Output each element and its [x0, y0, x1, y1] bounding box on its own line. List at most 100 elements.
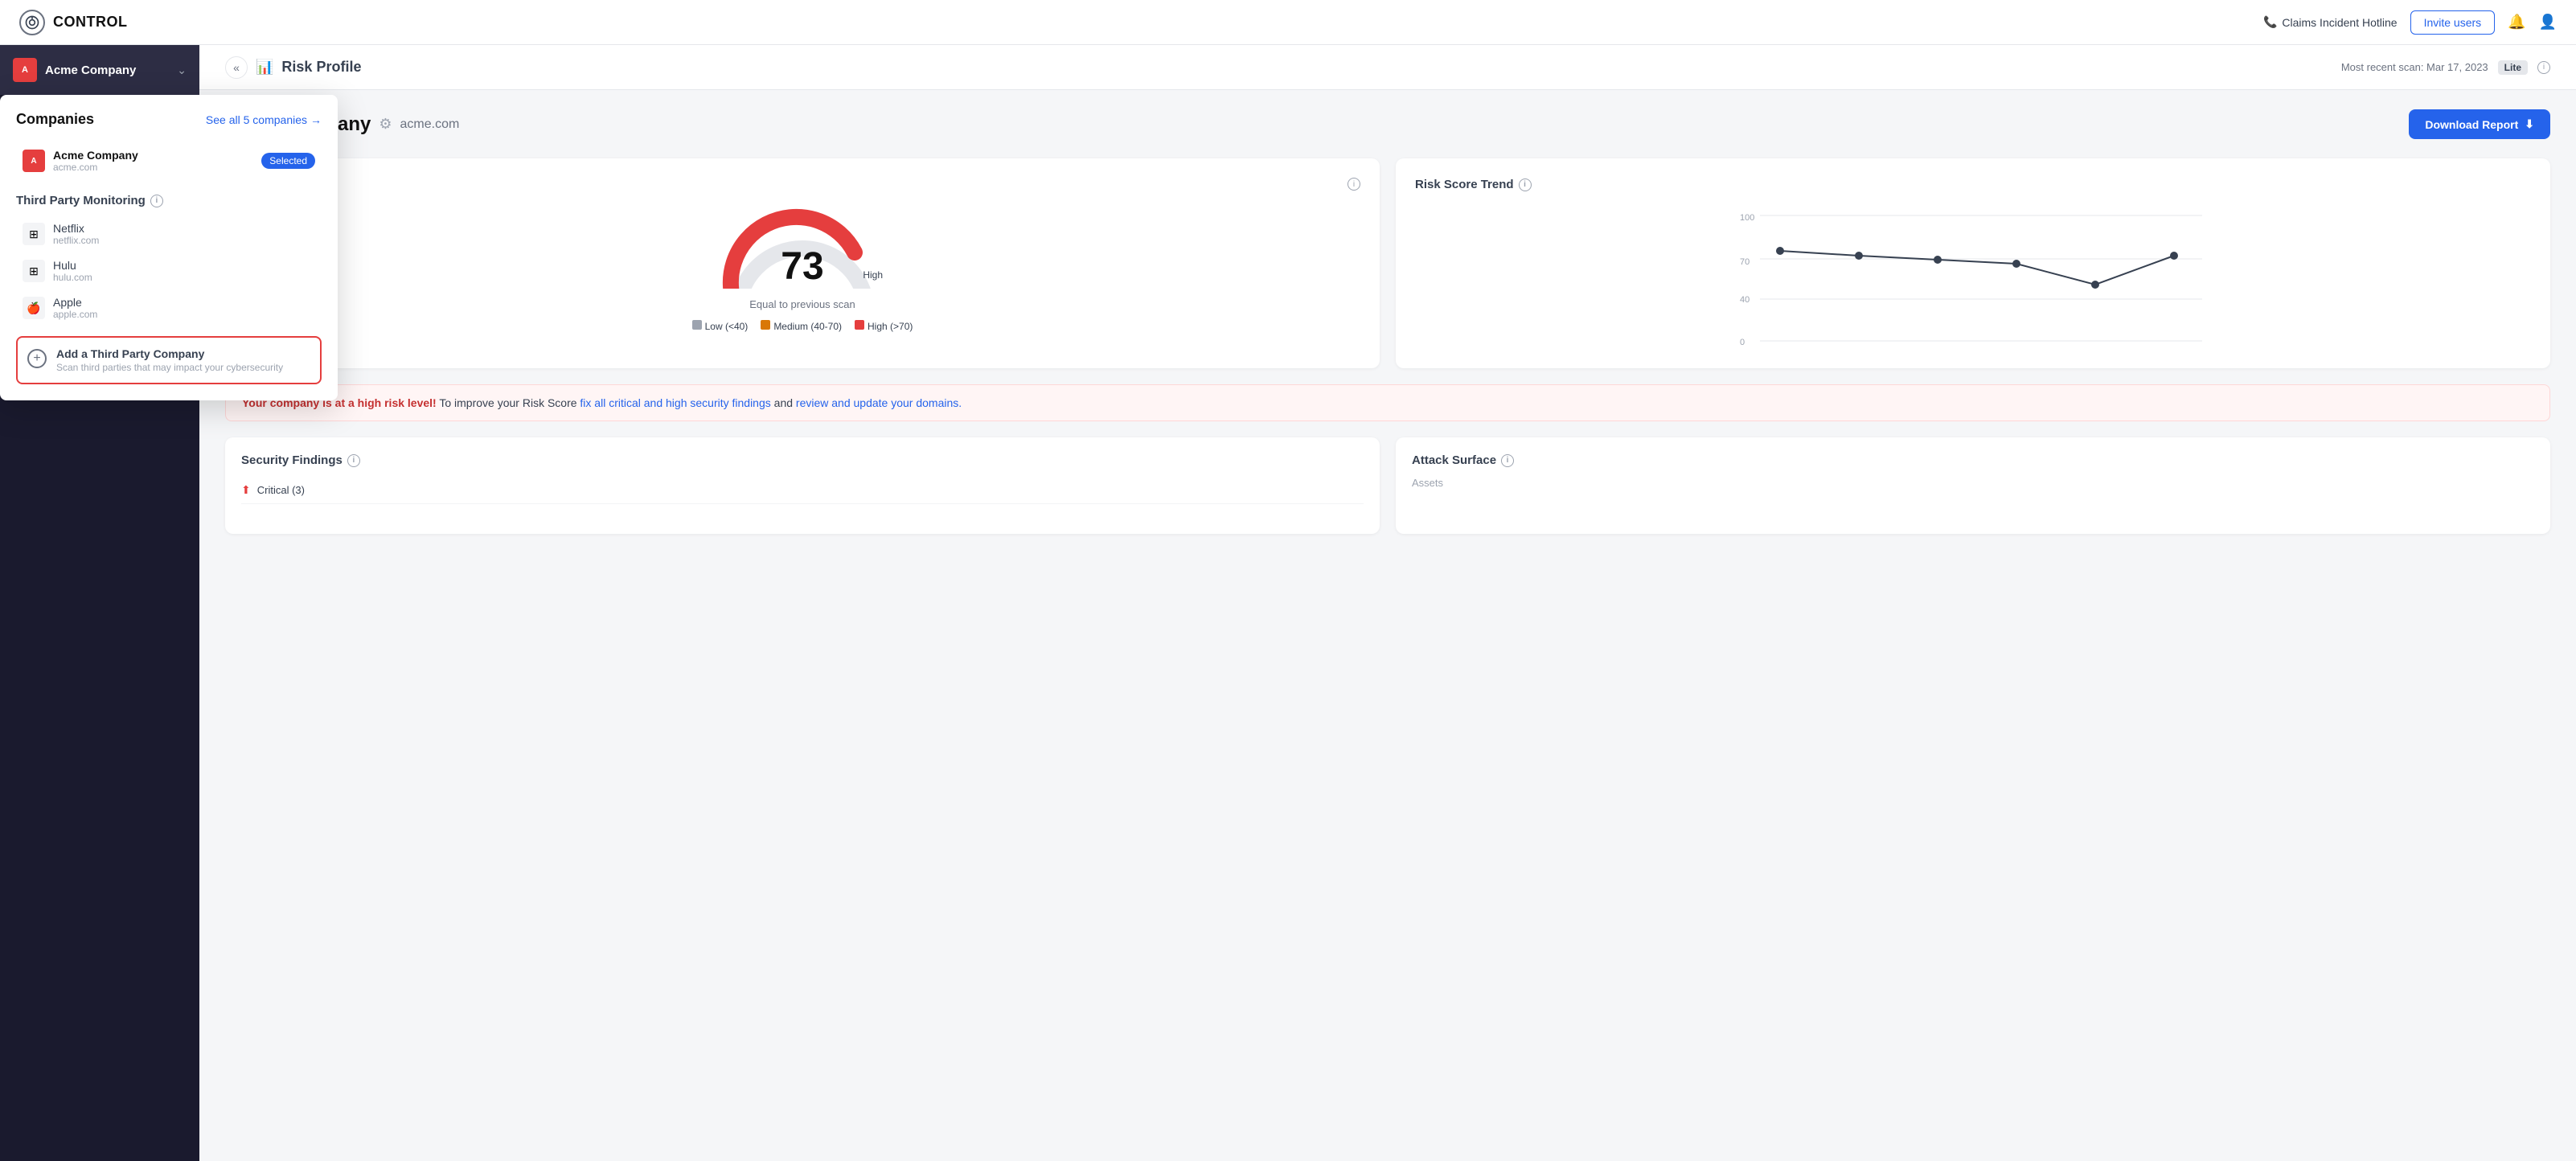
- sub-header-left: « 📊 Risk Profile: [225, 56, 361, 79]
- company-selector[interactable]: A Acme Company ⌄: [0, 45, 199, 95]
- company-item-details: Acme Company acme.com: [53, 149, 138, 173]
- selected-company-name: Acme Company: [45, 64, 136, 77]
- add-third-party-button[interactable]: + Add a Third Party Company Scan third p…: [16, 336, 322, 384]
- security-findings-info-icon[interactable]: i: [347, 454, 360, 467]
- brand-name: CONTROL: [53, 14, 128, 31]
- sub-header: « 📊 Risk Profile Most recent scan: Mar 1…: [199, 45, 2576, 90]
- risk-trend-title: Risk Score Trend i: [1415, 178, 2531, 191]
- third-party-item-hulu[interactable]: ⊞ Hulu hulu.com: [16, 252, 322, 289]
- hulu-name: Hulu: [53, 259, 92, 272]
- add-third-party-desc: Scan third parties that may impact your …: [56, 362, 283, 373]
- add-third-party-content: Add a Third Party Company Scan third par…: [56, 347, 283, 373]
- nav-left: CONTROL: [19, 10, 128, 35]
- svg-text:100: 100: [1740, 213, 1754, 223]
- attack-surface-info-icon[interactable]: i: [1501, 454, 1514, 467]
- bottom-cards-row: Security Findings i ⬆ Critical (3) Attac…: [225, 437, 2550, 534]
- alert-between: and: [774, 396, 796, 409]
- apple-icon: 🍎: [23, 297, 45, 319]
- chevron-down-icon: ⌄: [177, 64, 187, 77]
- svg-text:40: 40: [1740, 295, 1749, 305]
- gauge-info-icon[interactable]: i: [1347, 178, 1360, 191]
- phone-icon: 📞: [2263, 15, 2277, 29]
- company-logo: A: [13, 58, 37, 82]
- third-party-item-apple[interactable]: 🍎 Apple apple.com: [16, 289, 322, 326]
- risk-trend-card: Risk Score Trend i 0 40 70 100: [1396, 158, 2550, 368]
- sub-header-right: Most recent scan: Mar 17, 2023 Lite i: [2341, 60, 2550, 75]
- attack-surface-card: Attack Surface i Assets: [1396, 437, 2550, 534]
- svg-text:70: 70: [1740, 257, 1749, 267]
- svg-text:0: 0: [1740, 338, 1745, 347]
- legend-medium: Medium (40-70): [761, 320, 842, 332]
- alert-text: To improve your Risk Score: [439, 396, 580, 409]
- nav-right: 📞 Claims Incident Hotline Invite users 🔔…: [2263, 10, 2557, 35]
- third-party-info-icon[interactable]: i: [150, 195, 163, 207]
- gauge-legend: Low (<40) Medium (40-70) High (>70): [692, 320, 913, 332]
- netflix-name: Netflix: [53, 222, 99, 235]
- third-party-section-title: Third Party Monitoring i: [16, 194, 322, 207]
- app-logo: [19, 10, 45, 35]
- trend-info-icon[interactable]: i: [1519, 178, 1532, 191]
- company-item-domain: acme.com: [53, 162, 138, 173]
- settings-icon[interactable]: ⚙: [379, 116, 392, 133]
- hulu-icon: ⊞: [23, 260, 45, 282]
- page-domain: acme.com: [400, 117, 460, 132]
- apple-details: Apple apple.com: [53, 296, 97, 320]
- netflix-icon: ⊞: [23, 223, 45, 245]
- main-layout: A Acme Company ⌄ Companies See all 5 com…: [0, 45, 2576, 1161]
- notifications-button[interactable]: 🔔: [2508, 14, 2525, 31]
- bell-icon: 🔔: [2508, 14, 2525, 30]
- gauge-score: 73: [781, 244, 823, 289]
- attack-surface-title: Attack Surface i: [1412, 453, 2534, 467]
- add-icon: +: [27, 349, 47, 368]
- lite-badge: Lite: [2498, 60, 2528, 75]
- dropdown-header: Companies See all 5 companies →: [16, 111, 322, 128]
- critical-icon: ⬆: [241, 483, 251, 497]
- arrow-icon: →: [310, 113, 322, 126]
- hulu-details: Hulu hulu.com: [53, 259, 92, 283]
- invite-users-button[interactable]: Invite users: [2410, 10, 2496, 35]
- page-title-row: Acme Company ⚙ acme.com Download Report …: [225, 109, 2550, 139]
- risk-profile-title: Risk Profile: [281, 59, 361, 76]
- dropdown-title: Companies: [16, 111, 94, 128]
- security-findings-card: Security Findings i ⬆ Critical (3): [225, 437, 1380, 534]
- gauge-subtitle: Equal to previous scan: [749, 298, 855, 310]
- company-dropdown: Companies See all 5 companies → A Acme C…: [0, 95, 338, 400]
- security-findings-title: Security Findings i: [241, 453, 1364, 467]
- cards-row: Risk Score i 73 High: [225, 158, 2550, 368]
- user-menu-button[interactable]: 👤: [2539, 14, 2557, 31]
- company-item-name: Acme Company: [53, 149, 138, 162]
- see-all-companies-link[interactable]: See all 5 companies →: [206, 113, 322, 126]
- scan-info-icon[interactable]: i: [2537, 61, 2550, 74]
- gauge-container: 73 High Equal to previous scan Low (<40)…: [244, 200, 1360, 332]
- apple-domain: apple.com: [53, 309, 97, 320]
- risk-score-card: Risk Score i 73 High: [225, 158, 1380, 368]
- netflix-domain: netflix.com: [53, 235, 99, 246]
- selected-badge: Selected: [261, 153, 315, 169]
- apple-name: Apple: [53, 296, 97, 309]
- fix-findings-link[interactable]: fix all critical and high security findi…: [580, 396, 770, 409]
- company-item-acme[interactable]: A Acme Company acme.com Selected: [16, 141, 322, 181]
- gauge-wrap: 73 High: [722, 200, 883, 289]
- netflix-details: Netflix netflix.com: [53, 222, 99, 246]
- page-content: Acme Company ⚙ acme.com Download Report …: [199, 90, 2576, 553]
- third-party-item-netflix[interactable]: ⊞ Netflix netflix.com: [16, 215, 322, 252]
- legend-high: High (>70): [855, 320, 913, 332]
- collapse-sidebar-button[interactable]: «: [225, 56, 248, 79]
- risk-profile-icon: 📊: [256, 59, 273, 76]
- critical-finding-item: ⬆ Critical (3): [241, 477, 1364, 504]
- user-icon: 👤: [2539, 14, 2557, 30]
- hulu-domain: hulu.com: [53, 272, 92, 283]
- company-item-logo: A: [23, 150, 45, 172]
- top-nav: CONTROL 📞 Claims Incident Hotline Invite…: [0, 0, 2576, 45]
- review-domains-link[interactable]: review and update your domains.: [796, 396, 962, 409]
- download-report-button[interactable]: Download Report ⬇: [2409, 109, 2550, 139]
- company-item-left: A Acme Company acme.com: [23, 149, 138, 173]
- sidebar: A Acme Company ⌄ Companies See all 5 com…: [0, 45, 199, 1161]
- scan-date: Most recent scan: Mar 17, 2023: [2341, 61, 2488, 73]
- main-content: « 📊 Risk Profile Most recent scan: Mar 1…: [199, 45, 2576, 1161]
- download-icon: ⬇: [2525, 117, 2534, 131]
- company-selector-left: A Acme Company: [13, 58, 136, 82]
- chart-container: 0 40 70 100: [1415, 204, 2531, 349]
- claims-hotline: 📞 Claims Incident Hotline: [2263, 15, 2398, 29]
- add-third-party-title: Add a Third Party Company: [56, 347, 283, 360]
